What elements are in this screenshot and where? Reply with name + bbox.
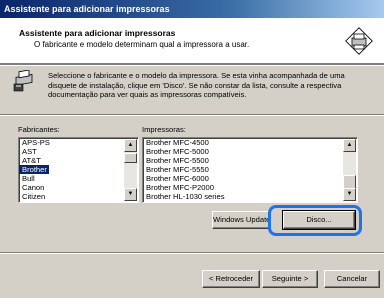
manufacturers-listbox[interactable]: APS-PS AST AT&T Brother Bull Canon Citiz… (18, 137, 139, 203)
window-title: Assistente para adicionar impressoras (4, 4, 170, 14)
list-item[interactable]: Brother MFC-6000 (143, 174, 357, 183)
list-item[interactable]: Brother MFC-5550 (143, 165, 357, 174)
back-button[interactable]: < Retroceder (202, 270, 260, 288)
list-item[interactable]: Bull (19, 174, 138, 183)
list-item[interactable]: AT&T (19, 156, 138, 165)
list-item[interactable]: AST (19, 147, 138, 156)
printer-wizard-icon (345, 27, 373, 55)
instruction-text: Seleccione o fabricante e o modelo da im… (48, 71, 345, 99)
printers-scrollbar[interactable]: ▲ ▼ (343, 139, 356, 201)
scroll-down-arrow-icon[interactable]: ▼ (124, 188, 137, 201)
highlight-ring (268, 205, 362, 236)
printers-label: Impressoras: (142, 125, 186, 134)
list-item-selected[interactable]: Brother (19, 165, 49, 174)
list-item[interactable]: Citizen (19, 192, 138, 201)
manufacturers-scrollbar[interactable]: ▲ ▼ (124, 139, 137, 201)
manufacturers-label: Fabricantes: (18, 125, 60, 134)
header-divider (0, 64, 384, 66)
list-item[interactable]: Brother MFC-4500 (143, 138, 357, 147)
list-item[interactable]: Brother MFC-P2000 (143, 183, 357, 192)
footer-divider (0, 252, 384, 254)
header-title: Assistente para adicionar impressoras (19, 28, 176, 38)
header-subtitle: O fabricante e modelo determinam qual a … (34, 40, 250, 49)
list-item[interactable]: Brother MFC-5500 (143, 156, 357, 165)
printer-setup-icon (13, 70, 33, 92)
wizard-header: Assistente para adicionar impressoras O … (0, 18, 384, 64)
windows-update-button[interactable]: Windows Update (212, 211, 270, 229)
printers-listbox[interactable]: Brother MFC-4500 Brother MFC-5000 Brothe… (142, 137, 358, 203)
scroll-down-arrow-icon[interactable]: ▼ (343, 188, 356, 201)
scroll-thumb[interactable] (343, 175, 356, 189)
scroll-up-arrow-icon[interactable]: ▲ (124, 139, 137, 152)
list-item[interactable]: Brother HL-1030 series (143, 192, 357, 201)
window-title-bar[interactable]: Assistente para adicionar impressoras (0, 0, 384, 18)
next-button[interactable]: Seguinte > (262, 270, 318, 288)
scroll-thumb[interactable] (124, 153, 137, 163)
list-item[interactable]: Canon (19, 183, 138, 192)
scroll-up-arrow-icon[interactable]: ▲ (343, 139, 356, 152)
list-item[interactable]: APS-PS (19, 138, 138, 147)
cancel-button[interactable]: Cancelar (324, 270, 380, 288)
section-divider (0, 114, 384, 116)
list-item[interactable]: Brother MFC-5000 (143, 147, 357, 156)
